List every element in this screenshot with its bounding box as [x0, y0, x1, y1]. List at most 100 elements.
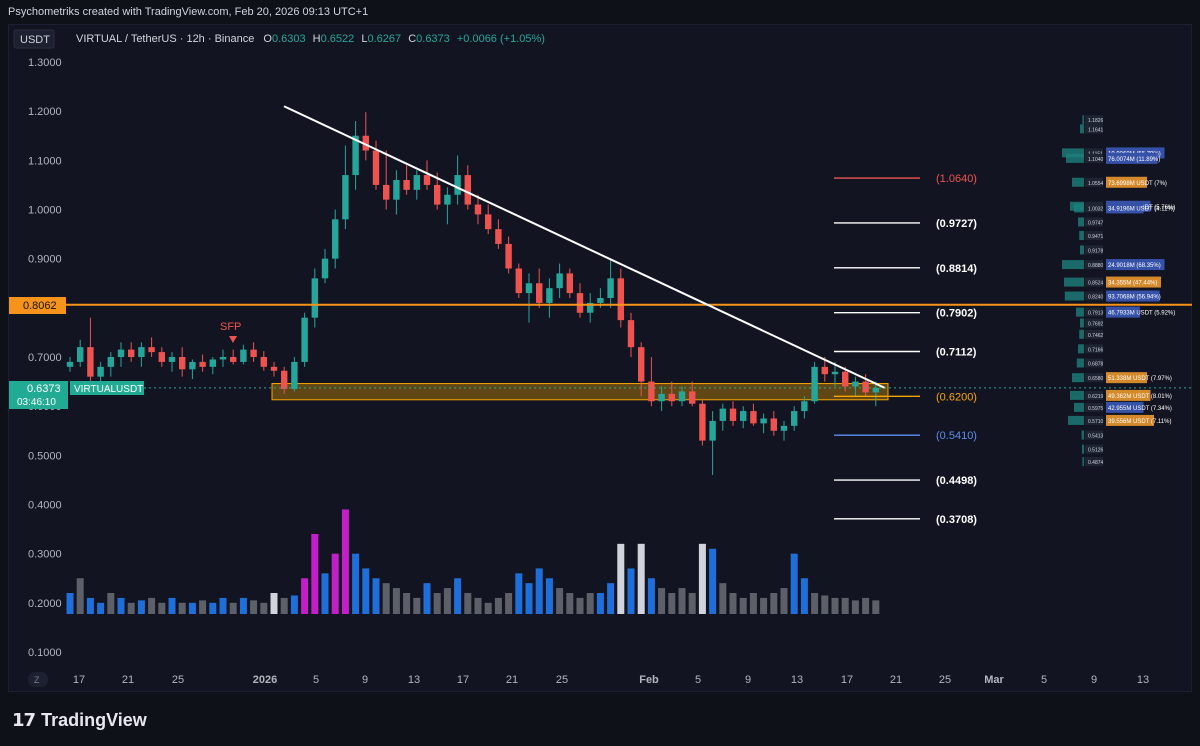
volume-bar — [66, 593, 74, 614]
profile-left-bar — [1062, 260, 1084, 270]
candle-body — [148, 347, 155, 353]
symbol-text: VIRTUAL / TetherUS · 12h · Binance — [76, 33, 254, 45]
candle-body — [230, 357, 237, 362]
high-label: H — [313, 33, 321, 45]
tradingview-brand[interactable]: 17 TradingView — [12, 710, 147, 731]
volume-bar — [647, 578, 655, 614]
candle-body — [607, 278, 614, 298]
volume-bar — [811, 593, 819, 614]
x-axis-tick-label: 17 — [73, 674, 85, 686]
y-axis-tick-label: 1.3000 — [28, 57, 62, 69]
volume-bar — [464, 593, 472, 614]
profile-price-label: 0.6878 — [1088, 361, 1104, 367]
candle-body — [648, 381, 655, 402]
profile-volume-label: 73.6998M USDT (7%) — [1108, 181, 1167, 187]
x-axis-tick-label: Mar — [984, 674, 1004, 686]
profile-price-label: 0.7913 — [1088, 311, 1104, 317]
fib-level-label: (0.7902) — [936, 308, 977, 320]
candle-body — [454, 175, 461, 195]
candle-body — [311, 278, 318, 318]
profile-left-bar — [1080, 124, 1084, 134]
current-price-label: 0.6373 — [27, 383, 61, 395]
candle-body — [301, 317, 308, 362]
volume-bar — [331, 553, 339, 614]
candle-body — [158, 352, 165, 362]
candle-body — [403, 180, 410, 190]
volume-bar — [433, 593, 441, 614]
candle-body — [117, 349, 125, 357]
profile-left-bar — [1074, 203, 1084, 213]
volume-bar — [301, 578, 309, 614]
volume-bar — [729, 593, 737, 614]
volume-bar — [188, 602, 196, 614]
candle-body — [87, 347, 94, 377]
volume-bar — [423, 583, 431, 614]
volume-bar — [454, 578, 462, 614]
profile-left-bar — [1081, 430, 1084, 440]
x-axis-tick-label: 17 — [841, 674, 853, 686]
volume-bar — [127, 602, 135, 614]
candle-body — [97, 366, 104, 377]
candle-body — [719, 408, 726, 421]
y-axis-tick-label: 0.5000 — [28, 450, 62, 462]
volume-bar — [658, 588, 666, 614]
candle-body — [729, 408, 737, 421]
volume-bar — [770, 593, 778, 614]
x-axis-tick-label: 21 — [506, 674, 518, 686]
x-axis-tick-label: 13 — [408, 674, 420, 686]
volume-bar — [862, 597, 870, 614]
volume-bar — [780, 588, 788, 614]
volume-bar — [341, 509, 349, 614]
profile-left-bar — [1072, 177, 1084, 187]
volume-bar — [719, 583, 727, 614]
volume-bar — [494, 597, 502, 614]
profile-price-label: 0.6580 — [1088, 376, 1104, 382]
profile-volume-label: 46.7933M USDT (5.92%) — [1108, 311, 1175, 317]
volume-bar — [352, 553, 360, 614]
candle-body — [668, 393, 675, 402]
volume-bar — [688, 593, 696, 614]
profile-left-bar — [1076, 358, 1084, 368]
profile-price-label: 0.8524 — [1088, 281, 1104, 287]
profile-left-bar — [1076, 307, 1084, 317]
profile-price-label: 1.0554 — [1088, 181, 1104, 187]
volume-bar — [443, 588, 451, 614]
profile-left-bar — [1078, 217, 1084, 227]
support-zone-layer — [271, 383, 889, 401]
candle-body — [413, 175, 420, 190]
profile-price-label: 0.5710 — [1088, 419, 1104, 425]
volume-bar — [474, 597, 482, 614]
fib-level-label: (0.8814) — [936, 263, 977, 275]
x-axis-tick-label: 9 — [362, 674, 368, 686]
candle-body — [842, 371, 849, 387]
candle-body — [138, 347, 145, 357]
candle-body — [760, 418, 767, 424]
profile-left-bar — [1066, 153, 1084, 163]
candle-body — [546, 288, 553, 303]
x-axis-tick-label: 13 — [1137, 674, 1149, 686]
sfp-label: SFP — [220, 321, 241, 333]
volume-bar — [137, 600, 145, 614]
candle-body — [576, 293, 584, 313]
volume-bar — [321, 573, 329, 614]
volume-bar — [229, 602, 237, 614]
fib-level-label: (0.6200) — [936, 391, 977, 403]
candle-body — [250, 349, 257, 357]
volume-bar — [841, 597, 849, 614]
open-value: 0.6303 — [272, 33, 306, 45]
profile-volume-label: 76.0074M (11.89%) — [1108, 157, 1160, 163]
candle-body — [260, 357, 267, 367]
volume-bar — [525, 583, 533, 614]
profile-price-label: 0.8880 — [1088, 263, 1104, 269]
candle-body — [383, 184, 390, 200]
profile-price-label: 0.6219 — [1088, 394, 1104, 400]
profile-left-bar — [1074, 402, 1084, 412]
profile-volume-label: 42.955M USDT (7.34%) — [1108, 406, 1172, 412]
volume-bar — [505, 593, 513, 614]
candle-body — [219, 357, 227, 360]
profile-volume-label: 34.9196M USDT (4.11%) — [1108, 206, 1175, 212]
candle-body — [281, 370, 288, 389]
close-value: 0.6373 — [416, 33, 450, 45]
chart-canvas[interactable]: (1.0640) (0.9727) (0.8814) (0.7902) (0.7112)… — [0, 0, 1200, 692]
candle-body — [862, 381, 869, 393]
